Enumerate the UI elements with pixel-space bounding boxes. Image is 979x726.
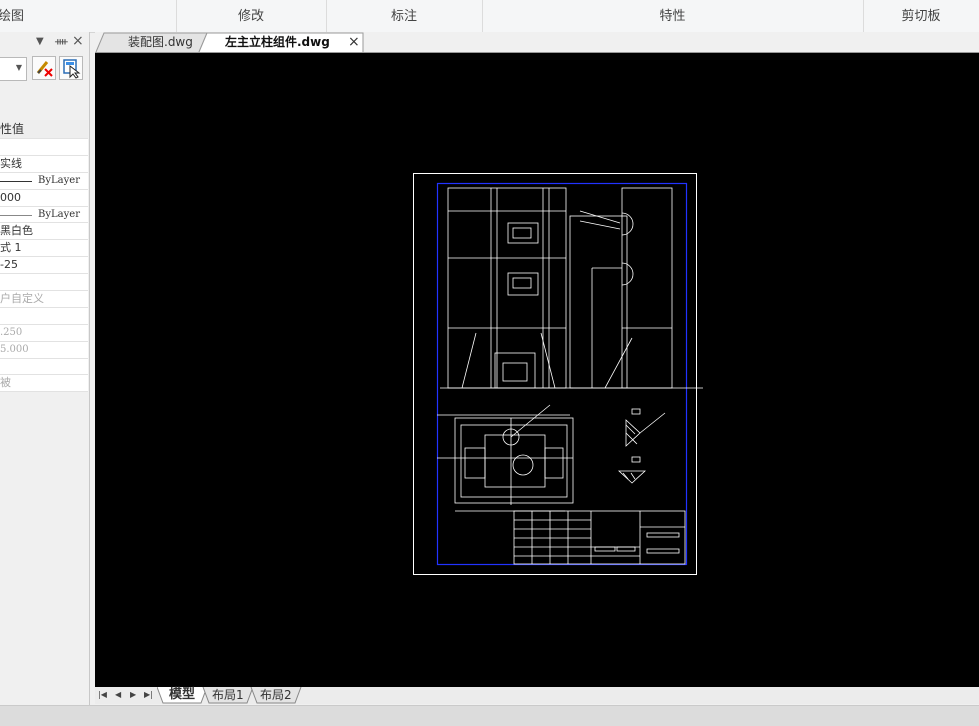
ribbon-group-annotate[interactable]: 标注 — [326, 0, 483, 32]
property-grid: 性值 实线 ByLayer 000 ByLayer 黑白色 式 1 -25 户自… — [0, 120, 88, 393]
value-column-header: 性值 — [0, 120, 88, 139]
status-bar — [0, 705, 979, 726]
panel-header: ▼ ᚓ × — [0, 32, 89, 52]
ribbon-group-properties[interactable]: 特性 — [482, 0, 864, 32]
ribbon-group-draw[interactable]: 绘图 — [0, 0, 177, 32]
side-view — [569, 187, 703, 389]
tab-layout1[interactable]: 布局1 — [212, 687, 244, 704]
property-value: 被 — [0, 375, 88, 393]
property-value: .250 — [0, 325, 88, 342]
line-sample — [0, 180, 32, 182]
property-custom: 户自定义 — [0, 291, 88, 308]
clear-selection-button[interactable] — [32, 56, 56, 80]
ribbon-bar: 绘图 修改 标注 特性 剪切板 — [0, 0, 979, 33]
property-linetype-scale[interactable]: 000 — [0, 190, 88, 207]
drawing-canvas[interactable] — [95, 53, 979, 687]
front-view — [440, 187, 573, 389]
cad-drawing — [413, 173, 703, 575]
property-color[interactable]: 黑白色 — [0, 223, 88, 241]
tab-layout2[interactable]: 布局2 — [260, 687, 292, 704]
next-layout-icon[interactable]: ▶ — [130, 690, 136, 699]
property-lineweight[interactable]: ByLayer — [0, 173, 88, 190]
chevron-down-icon: ▼ — [15, 63, 22, 72]
paper-sheet — [413, 173, 697, 575]
chevron-down-icon[interactable]: ▼ — [36, 36, 44, 47]
property-value — [0, 308, 88, 325]
line-sample — [0, 214, 32, 216]
first-layout-icon[interactable]: |◀ — [98, 690, 107, 699]
detail-views — [617, 408, 666, 484]
prev-layout-icon[interactable]: ◀ — [115, 690, 121, 699]
tab-assembly-dwg[interactable]: 装配图.dwg — [128, 33, 193, 52]
close-tab-icon[interactable]: × — [348, 33, 360, 52]
drawing-frame — [436, 182, 688, 566]
object-type-select[interactable]: ▼ — [0, 57, 27, 81]
document-tab-bar: 装配图.dwg 左主立柱组件.dwg × — [95, 32, 979, 53]
property-value[interactable] — [0, 139, 88, 156]
property-value[interactable] — [0, 274, 88, 292]
property-linetype[interactable]: 实线 — [0, 156, 88, 173]
layout-tab-bar: |◀ ◀ ▶ ▶| 模型 布局1 布局2 — [95, 687, 979, 704]
properties-panel: ▼ ᚓ × ▼ 性值 实线 ByLayer 000 ByLayer 黑白色 式 … — [0, 32, 90, 705]
property-plot-style[interactable]: ByLayer — [0, 207, 88, 224]
tab-left-column-dwg[interactable]: 左主立柱组件.dwg — [225, 33, 330, 52]
ribbon-group-modify[interactable]: 修改 — [176, 0, 327, 32]
title-block — [513, 510, 686, 565]
tab-model[interactable]: 模型 — [169, 687, 195, 704]
ribbon-group-clipboard[interactable]: 剪切板 — [863, 0, 979, 32]
pin-icon[interactable]: ᚓ — [55, 35, 68, 48]
property-layer[interactable]: -25 — [0, 257, 88, 275]
plan-view — [437, 404, 574, 512]
property-value — [0, 359, 88, 376]
property-value: 5.000 — [0, 342, 88, 359]
select-objects-icon — [63, 59, 81, 79]
last-layout-icon[interactable]: ▶| — [144, 690, 153, 699]
property-style[interactable]: 式 1 — [0, 240, 88, 258]
clear-selection-icon — [36, 61, 53, 77]
select-objects-button[interactable] — [59, 56, 83, 80]
close-icon[interactable]: × — [72, 33, 84, 49]
